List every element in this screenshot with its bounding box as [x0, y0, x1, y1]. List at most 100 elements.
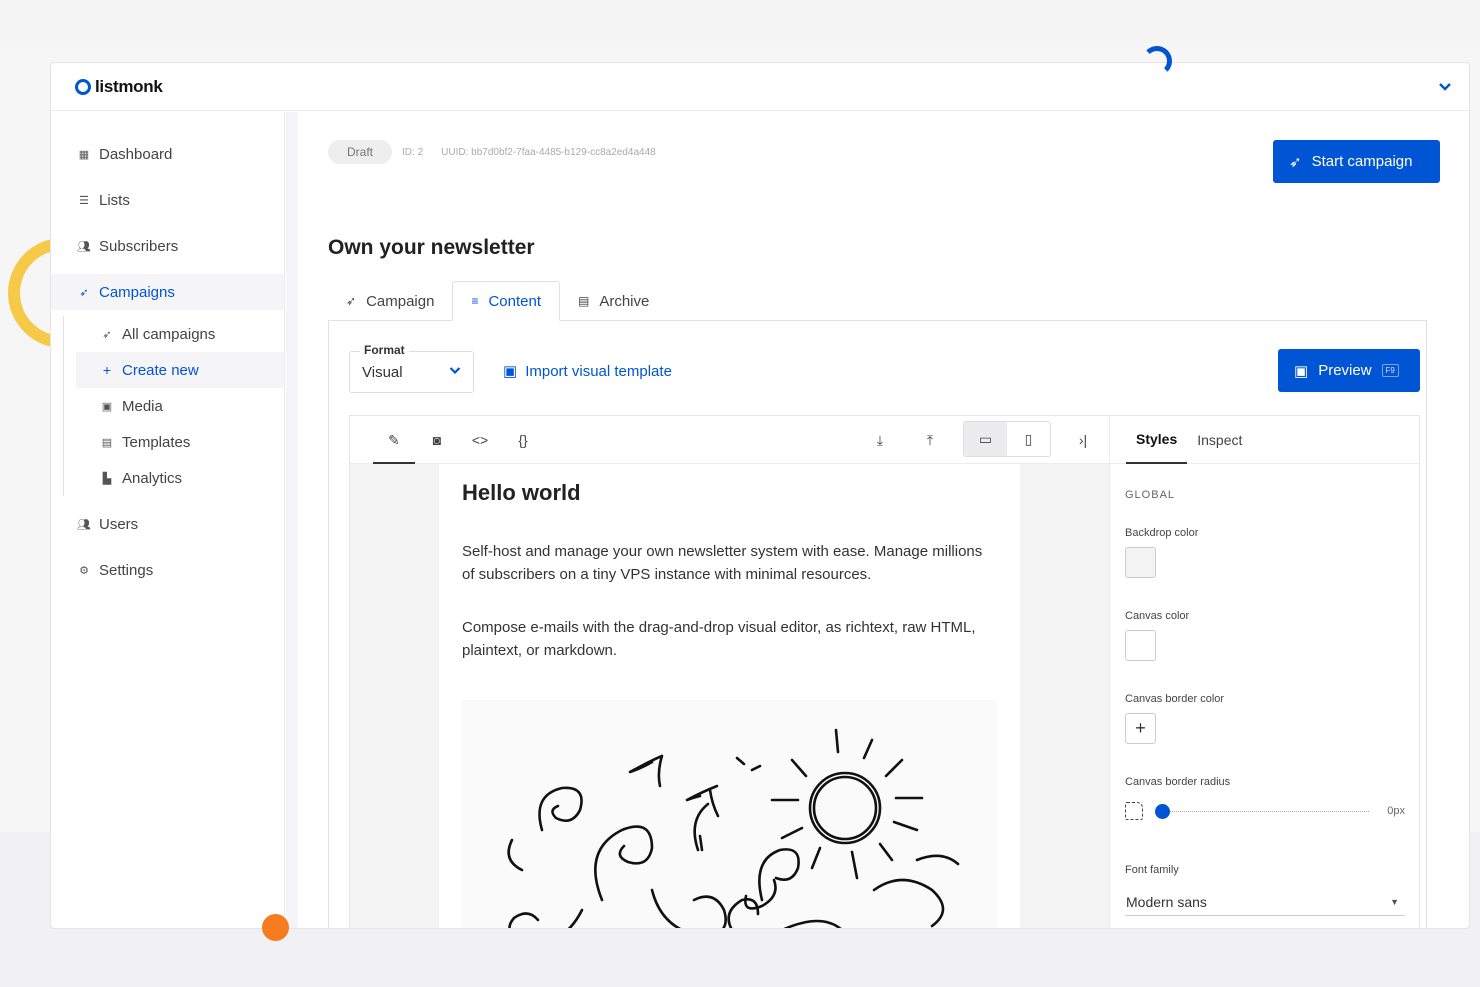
corner-radius-icon: [1125, 802, 1143, 820]
logo[interactable]: listmonk: [75, 77, 163, 97]
rocket-icon: ➶: [79, 286, 89, 299]
sidebar-item-templates[interactable]: ▤ Templates: [76, 424, 284, 460]
sidebar-item-label: Create new: [122, 361, 199, 379]
rocket-icon: ➶: [102, 328, 112, 341]
media-icon: ▣: [101, 400, 113, 413]
lines-icon: ≡: [471, 294, 479, 308]
preview-label: Preview: [1318, 362, 1372, 379]
section-heading: GLOBAL: [1125, 489, 1176, 501]
file-icon: ▣: [503, 363, 518, 380]
styles-panel-tabs: Styles Inspect: [1110, 416, 1420, 464]
canvas-color-swatch[interactable]: [1125, 630, 1156, 661]
gear-icon: ⚙: [79, 564, 89, 577]
slider-thumb[interactable]: [1155, 803, 1170, 819]
canvas-color-label: Canvas color: [1125, 610, 1190, 622]
archive-icon: ▤: [578, 294, 590, 308]
eye-icon[interactable]: ◙: [426, 429, 448, 451]
upload-icon[interactable]: ⤒: [919, 429, 941, 451]
campaign-uuid: UUID: bb7d0bf2-7faa-4485-b129-cc8a2ed4a4…: [441, 146, 656, 158]
sidebar-item-label: Lists: [99, 191, 130, 209]
shortcut-badge: F9: [1381, 364, 1399, 377]
editor-toolbar: ✎ ◙ <> {} ⤓ ⤒ ▭ ▯ ›|: [350, 416, 1110, 464]
caret-down-icon: ▼: [1390, 896, 1399, 907]
rocket-icon: ➶: [346, 294, 357, 308]
sidebar-item-analytics[interactable]: ▙ Analytics: [76, 460, 284, 496]
sidebar-item-label: Settings: [99, 561, 154, 579]
braces-icon[interactable]: {}: [512, 429, 534, 451]
sidebar: ▦ Dashboard ☰ Lists 👥︎ Subscribers ➶ Cam…: [51, 112, 285, 928]
sidebar-item-label: All campaigns: [122, 325, 216, 343]
canvas-border-radius-label: Canvas border radius: [1125, 776, 1231, 788]
canvas-border-color-label: Canvas border color: [1125, 693, 1225, 705]
tab-campaign[interactable]: ➶ Campaign: [328, 281, 452, 321]
start-campaign-label: Start campaign: [1311, 153, 1413, 170]
tab-content[interactable]: ≡ Content: [452, 281, 560, 321]
border-radius-control: 0px: [1125, 802, 1405, 820]
email-body[interactable]: Hello world Self-host and manage your ow…: [439, 464, 1020, 928]
pencil-icon[interactable]: ✎: [373, 429, 415, 464]
chart-icon: ▙: [102, 472, 112, 485]
campaign-tabs: ➶ Campaign ≡ Content ▤ Archive: [328, 281, 667, 321]
code-icon[interactable]: <>: [469, 429, 491, 451]
main-content: Draft ID: 2 UUID: bb7d0bf2-7faa-4485-b12…: [328, 112, 1469, 928]
sidebar-item-label: Media: [122, 397, 163, 415]
sidebar-item-label: Campaigns: [99, 283, 175, 301]
template-icon: ▤: [101, 436, 113, 449]
users-icon: 👥︎: [77, 518, 91, 531]
sidebar-item-label: Analytics: [122, 469, 183, 487]
download-icon[interactable]: ⤓: [869, 429, 891, 451]
sidebar-item-label: Dashboard: [99, 145, 173, 163]
tab-styles[interactable]: Styles: [1126, 416, 1188, 464]
app-header: listmonk: [51, 63, 1469, 111]
email-paragraph[interactable]: Compose e-mails with the drag-and-drop v…: [462, 616, 997, 662]
sidebar-item-users[interactable]: 👥︎ Users: [51, 506, 284, 542]
sidebar-item-settings[interactable]: ⚙ Settings: [51, 552, 284, 588]
users-icon: 👥︎: [77, 240, 91, 253]
tab-label: Campaign: [366, 292, 435, 310]
backdrop-color-label: Backdrop color: [1125, 527, 1199, 539]
dashboard-icon: ▦: [78, 148, 90, 161]
border-radius-slider[interactable]: [1155, 803, 1369, 819]
import-label: Import visual template: [525, 362, 672, 380]
logo-text: listmonk: [95, 76, 163, 96]
campaigns-submenu: ➶ All campaigns + Create new ▣ Media ▤ T…: [63, 316, 284, 496]
chevron-down-icon: [449, 363, 461, 378]
tab-archive[interactable]: ▤ Archive: [560, 281, 667, 321]
sidebar-item-subscribers[interactable]: 👥︎ Subscribers: [51, 228, 284, 264]
mobile-icon[interactable]: ▯: [1007, 422, 1050, 456]
tab-label: Archive: [599, 292, 650, 310]
email-paragraph[interactable]: Self-host and manage your own newsletter…: [462, 540, 997, 586]
font-family-label: Font family: [1125, 864, 1179, 876]
sidebar-item-label: Templates: [122, 433, 191, 451]
add-border-color-button[interactable]: +: [1125, 713, 1156, 744]
content-panel: Format Visual ▣ Import visual template ▣…: [328, 320, 1427, 928]
font-family-value: Modern sans: [1126, 893, 1207, 910]
sidebar-item-label: Users: [99, 515, 139, 533]
sidebar-item-create-new[interactable]: + Create new: [76, 352, 284, 388]
preview-button[interactable]: ▣ Preview F9: [1278, 349, 1420, 392]
start-campaign-button[interactable]: ➶ Start campaign: [1273, 140, 1440, 183]
top-band: [0, 0, 1480, 42]
font-family-select[interactable]: Modern sans ▼: [1125, 888, 1405, 916]
email-heading[interactable]: Hello world: [462, 480, 997, 506]
desktop-icon[interactable]: ▭: [964, 422, 1007, 456]
styles-panel-body: GLOBAL Backdrop color Canvas color Canva…: [1110, 489, 1420, 916]
sidebar-item-lists[interactable]: ☰ Lists: [51, 182, 284, 218]
illustration-image[interactable]: [462, 700, 997, 928]
sidebar-item-campaigns[interactable]: ➶ Campaigns: [51, 274, 284, 310]
backdrop-color-swatch[interactable]: [1125, 547, 1156, 578]
sidebar-item-label: Subscribers: [99, 237, 179, 255]
sidebar-item-dashboard[interactable]: ▦ Dashboard: [51, 136, 284, 172]
import-visual-template-link[interactable]: ▣ Import visual template: [503, 362, 672, 381]
plus-icon: +: [102, 362, 112, 378]
format-value: Visual: [362, 364, 403, 381]
chevron-down-icon[interactable]: [1435, 77, 1455, 97]
sidebar-item-media[interactable]: ▣ Media: [76, 388, 284, 424]
tab-inspect[interactable]: Inspect: [1187, 416, 1252, 464]
format-label: Format: [360, 343, 409, 357]
sidebar-item-all-campaigns[interactable]: ➶ All campaigns: [76, 316, 284, 352]
collapse-panel-icon[interactable]: ›|: [1072, 429, 1094, 451]
loading-spinner-icon: [1142, 46, 1172, 76]
format-select[interactable]: Format Visual: [349, 343, 474, 393]
file-icon: ▣: [1294, 362, 1309, 380]
